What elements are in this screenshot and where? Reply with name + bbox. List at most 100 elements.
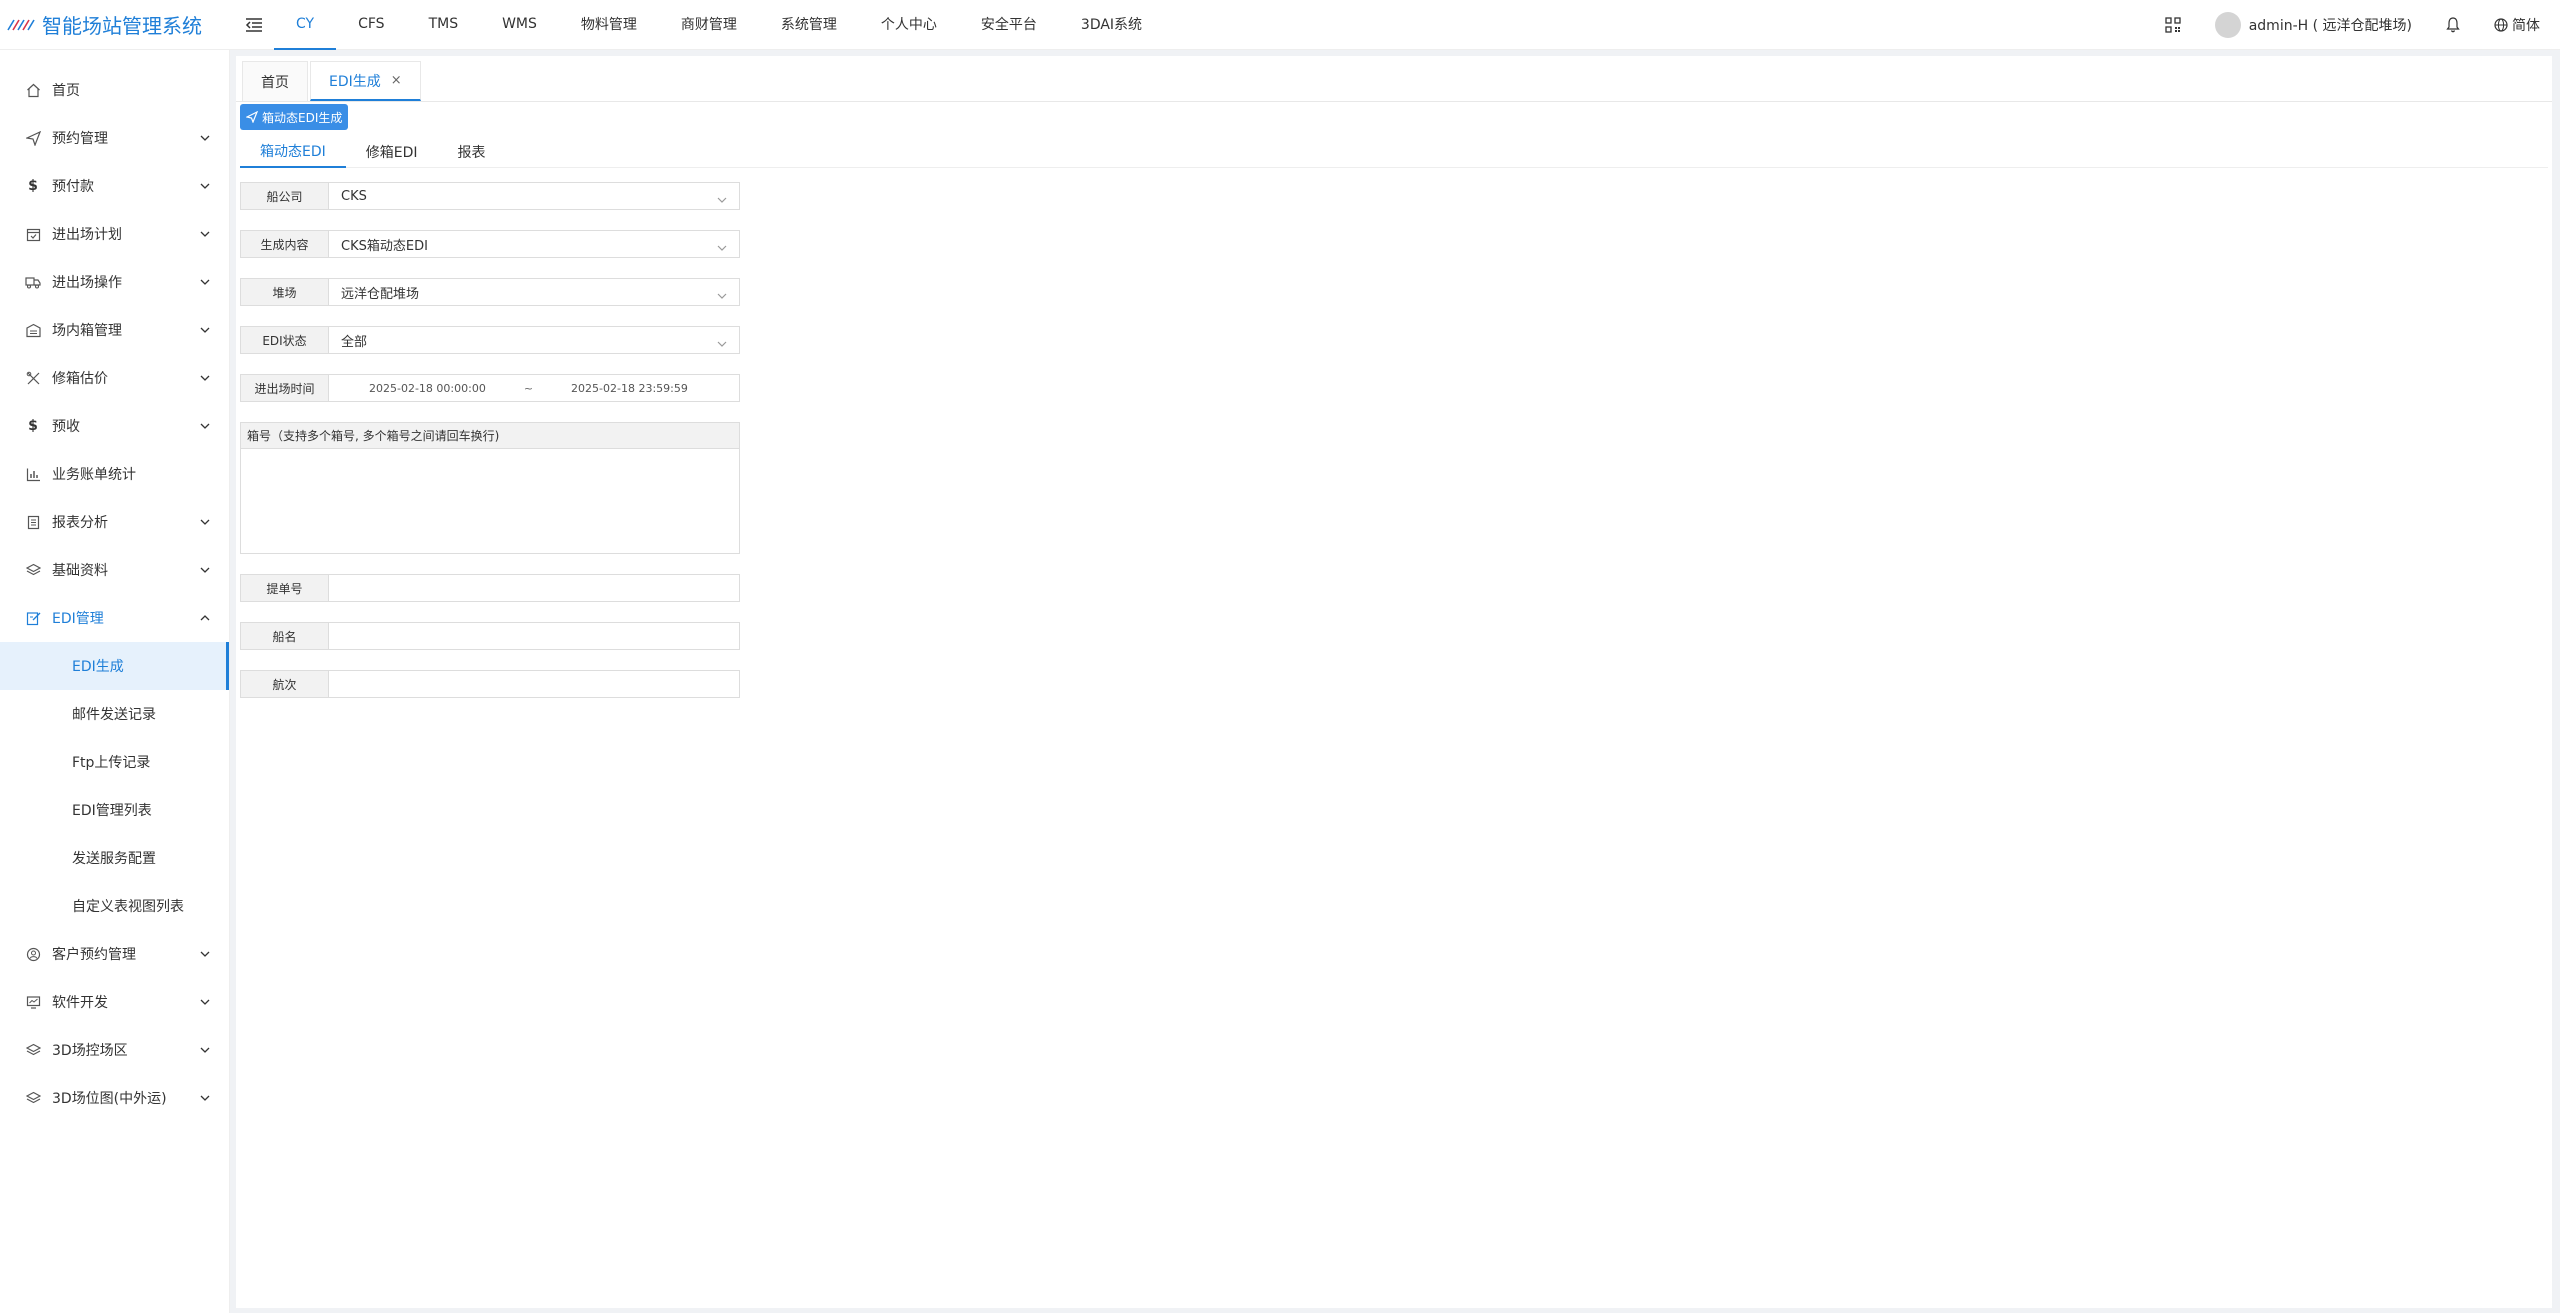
layers-icon bbox=[24, 561, 42, 579]
content-value: CKS箱动态EDI bbox=[341, 238, 428, 254]
sidebar-item-label: 业务账单统计 bbox=[52, 467, 136, 483]
tab-repair-edi[interactable]: 修箱EDI bbox=[346, 136, 438, 168]
tab-container-edi[interactable]: 箱动态EDI bbox=[240, 136, 346, 168]
container-no-textarea[interactable] bbox=[241, 449, 739, 549]
yard-select[interactable]: 远洋仓配堆场 bbox=[329, 279, 739, 305]
sidebar-toggle-button[interactable] bbox=[234, 0, 274, 50]
topnav-cy[interactable]: CY bbox=[274, 0, 337, 50]
content-select[interactable]: CKS箱动态EDI bbox=[329, 231, 739, 257]
top-navigation: CY CFS TMS WMS 物料管理 商财管理 系统管理 个人中心 安全平台 … bbox=[274, 0, 1164, 50]
sidebar-subitem-ftp-records[interactable]: Ftp上传记录 bbox=[0, 738, 229, 786]
topnav-system[interactable]: 系统管理 bbox=[759, 0, 859, 50]
date-range-picker[interactable]: 2025-02-18 00:00:00 ~ 2025-02-18 23:59:5… bbox=[329, 375, 739, 401]
sidebar-item-label: 报表分析 bbox=[52, 515, 108, 531]
sidebar-item-prereceipt[interactable]: $ 预收 bbox=[0, 402, 229, 450]
truck-icon bbox=[24, 273, 42, 291]
topnav-security[interactable]: 安全平台 bbox=[959, 0, 1059, 50]
sidebar-item-label: 客户预约管理 bbox=[52, 947, 136, 963]
tab-report[interactable]: 报表 bbox=[438, 136, 506, 168]
sidebar-item-label: 首页 bbox=[52, 83, 80, 99]
sidebar-item-home[interactable]: 首页 bbox=[0, 66, 229, 114]
sidebar-item-bill-stats[interactable]: 业务账单统计 bbox=[0, 450, 229, 498]
vessel-row: 船名 bbox=[240, 622, 740, 650]
header-right-tools: admin-H ( 远洋仓配堆场) 简体 bbox=[2131, 0, 2560, 50]
tab-label: EDI生成 bbox=[329, 73, 381, 90]
sidebar-item-entry-plan[interactable]: 进出场计划 bbox=[0, 210, 229, 258]
sidebar-item-basic-data[interactable]: 基础资料 bbox=[0, 546, 229, 594]
shipping-company-row: 船公司 CKS bbox=[240, 182, 740, 210]
voyage-input[interactable] bbox=[329, 671, 739, 697]
sidebar-subitem-custom-view[interactable]: 自定义表视图列表 bbox=[0, 882, 229, 930]
report-icon bbox=[24, 513, 42, 531]
sidebar-subitem-edi-generate[interactable]: EDI生成 bbox=[0, 642, 229, 690]
tab-home[interactable]: 首页 bbox=[242, 61, 308, 101]
chevron-up-icon bbox=[199, 612, 211, 624]
topnav-wms[interactable]: WMS bbox=[480, 0, 559, 50]
sidebar-item-label: 基础资料 bbox=[52, 563, 108, 579]
edi-status-label: EDI状态 bbox=[241, 327, 329, 353]
topnav-material[interactable]: 物料管理 bbox=[559, 0, 659, 50]
edi-form: 船公司 CKS 生成内容 CKS箱动态EDI 堆场 远洋仓配堆场 EDI状态 全… bbox=[240, 182, 740, 718]
edi-type-tabs: 箱动态EDI 修箱EDI 报表 bbox=[240, 136, 2548, 168]
sidebar-item-repair-estimate[interactable]: 修箱估价 bbox=[0, 354, 229, 402]
topnav-finance[interactable]: 商财管理 bbox=[659, 0, 759, 50]
user-name: admin-H ( 远洋仓配堆场) bbox=[2248, 17, 2412, 34]
chevron-down-icon bbox=[717, 288, 727, 303]
sidebar-item-entry-operation[interactable]: 进出场操作 bbox=[0, 258, 229, 306]
chevron-down-icon bbox=[199, 324, 211, 336]
topnav-personal[interactable]: 个人中心 bbox=[859, 0, 959, 50]
content-row: 生成内容 CKS箱动态EDI bbox=[240, 230, 740, 258]
voyage-label: 航次 bbox=[241, 671, 329, 697]
language-label: 简体 bbox=[2512, 17, 2540, 34]
start-date[interactable]: 2025-02-18 00:00:00 bbox=[369, 382, 486, 395]
sidebar-item-3d-yard-map[interactable]: 3D场位图(中外运) bbox=[0, 1074, 229, 1122]
bill-no-label: 提单号 bbox=[241, 575, 329, 601]
yard-row: 堆场 远洋仓配堆场 bbox=[240, 278, 740, 306]
qrcode-button[interactable] bbox=[2165, 16, 2181, 33]
notification-button[interactable] bbox=[2446, 16, 2460, 33]
sidebar-item-appointment[interactable]: 预约管理 bbox=[0, 114, 229, 162]
layers-icon bbox=[24, 1089, 42, 1107]
warehouse-icon bbox=[24, 321, 42, 339]
chevron-down-icon bbox=[717, 192, 727, 207]
sidebar-item-yard-container[interactable]: 场内箱管理 bbox=[0, 306, 229, 354]
sidebar-subitem-edi-list[interactable]: EDI管理列表 bbox=[0, 786, 229, 834]
user-menu[interactable]: admin-H ( 远洋仓配堆场) bbox=[2214, 11, 2412, 38]
sidebar-item-report-analysis[interactable]: 报表分析 bbox=[0, 498, 229, 546]
edi-status-select[interactable]: 全部 bbox=[329, 327, 739, 353]
language-switch[interactable]: 简体 bbox=[2494, 15, 2540, 35]
tab-label: 首页 bbox=[261, 74, 289, 91]
generate-container-edi-button[interactable]: 箱动态EDI生成 bbox=[240, 104, 349, 130]
sidebar: 首页 预约管理 $ 预付款 进出场计划 进出场操作 场内箱管理 修箱估价 $ 预… bbox=[0, 50, 230, 1313]
sidebar-item-software-dev[interactable]: 软件开发 bbox=[0, 978, 229, 1026]
sidebar-subitem-send-config[interactable]: 发送服务配置 bbox=[0, 834, 229, 882]
dollar-icon: $ bbox=[28, 178, 38, 194]
topnav-cfs[interactable]: CFS bbox=[336, 0, 406, 50]
chevron-down-icon bbox=[199, 228, 211, 240]
sidebar-item-customer-appointment[interactable]: 客户预约管理 bbox=[0, 930, 229, 978]
sidebar-subitem-mail-records[interactable]: 邮件发送记录 bbox=[0, 690, 229, 738]
shipping-company-label: 船公司 bbox=[241, 183, 329, 209]
send-icon bbox=[246, 111, 258, 123]
end-date[interactable]: 2025-02-18 23:59:59 bbox=[571, 382, 688, 395]
bar-chart-icon bbox=[24, 465, 42, 483]
sidebar-item-label: EDI管理 bbox=[52, 611, 104, 627]
topnav-tms[interactable]: TMS bbox=[407, 0, 481, 50]
tab-edi-generate[interactable]: EDI生成 × bbox=[310, 61, 421, 101]
sidebar-item-prepayment[interactable]: $ 预付款 bbox=[0, 162, 229, 210]
chevron-down-icon bbox=[717, 336, 727, 351]
close-icon[interactable]: × bbox=[391, 73, 402, 88]
dollar-icon: $ bbox=[28, 418, 38, 434]
shipping-company-select[interactable]: CKS bbox=[329, 183, 739, 209]
send-icon bbox=[24, 129, 42, 147]
vessel-input[interactable] bbox=[329, 623, 739, 649]
main-content: 首页 EDI生成 × 箱动态EDI生成 箱动态EDI 修箱EDI 报表 船公司 … bbox=[236, 56, 2552, 1308]
bill-no-input[interactable] bbox=[329, 575, 739, 601]
sidebar-item-edi-management[interactable]: EDI管理 bbox=[0, 594, 229, 642]
topnav-3dai[interactable]: 3DAI系统 bbox=[1059, 0, 1164, 50]
container-no-block: 箱号（支持多个箱号, 多个箱号之间请回车换行) bbox=[240, 422, 740, 554]
content-label: 生成内容 bbox=[241, 231, 329, 257]
page-tabs: 首页 EDI生成 × bbox=[236, 56, 2552, 102]
sidebar-item-3d-yard-control[interactable]: 3D场控场区 bbox=[0, 1026, 229, 1074]
app-logo[interactable]: 智能场站管理系统 bbox=[0, 0, 230, 50]
